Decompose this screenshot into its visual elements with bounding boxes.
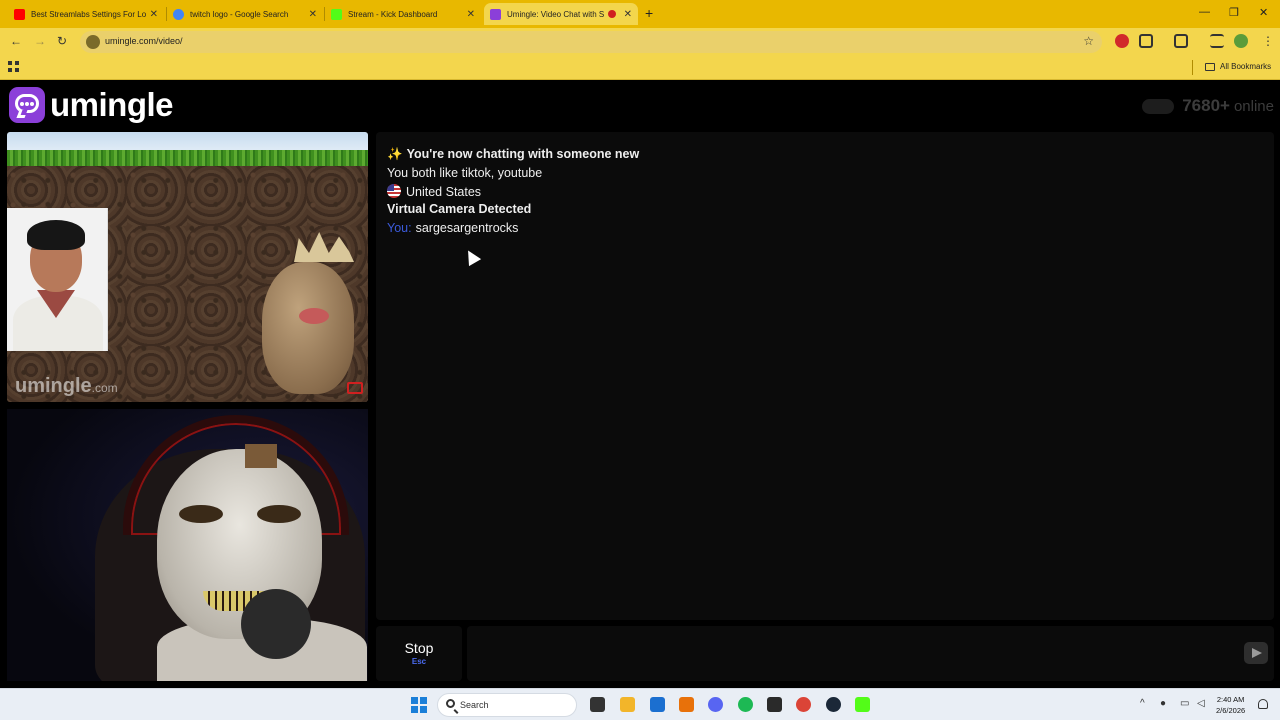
chat-log: ✨ You're now chatting with someone new Yo… [376, 132, 1274, 620]
taskbar-search-label: Search [460, 700, 489, 710]
stranger-video: umingle.com [7, 132, 368, 402]
tab-title: twitch logo - Google Search [190, 9, 289, 19]
overlay-photo [7, 208, 108, 351]
apps-grid-icon[interactable] [8, 61, 19, 72]
recording-icon [608, 10, 616, 18]
maximize-icon[interactable]: ❐ [1229, 6, 1239, 19]
video-watermark: umingle.com [15, 375, 118, 397]
tab-kick-dashboard[interactable]: Stream - Kick Dashboard ✕ [325, 3, 481, 25]
spotify-icon[interactable] [738, 697, 753, 712]
search-icon [446, 699, 455, 708]
theme-toggle[interactable] [1142, 98, 1175, 114]
task-view-icon[interactable] [590, 697, 605, 712]
report-flag-icon[interactable] [347, 382, 363, 394]
send-icon[interactable] [1244, 642, 1268, 664]
kick-icon [331, 8, 342, 20]
tab-title: Best Streamlabs Settings For Lo [31, 9, 147, 19]
kick-app-icon[interactable] [855, 697, 870, 712]
windows-start-icon[interactable] [411, 697, 427, 713]
message-input[interactable] [467, 626, 1274, 681]
potato-character [262, 262, 354, 394]
forward-icon[interactable]: → [34, 34, 46, 48]
stop-shortcut: Esc [411, 657, 427, 666]
address-bar[interactable]: umingle.com/video/ ☆ [80, 31, 1102, 53]
close-tab-icon[interactable]: ✕ [467, 9, 475, 20]
site-logo[interactable]: umingle [9, 86, 174, 123]
video-grass [7, 150, 368, 166]
media-controls-icon[interactable] [1210, 34, 1224, 48]
steam-icon[interactable] [826, 697, 841, 712]
stop-button[interactable]: Stop Esc [376, 626, 462, 681]
self-camera-video [7, 409, 368, 681]
all-bookmarks-link[interactable]: All Bookmarks [1220, 62, 1271, 71]
microphone-icon[interactable]: ● [1160, 698, 1166, 709]
taskbar-clock[interactable]: 2:40 AM 2/6/2026 [1216, 694, 1245, 716]
close-tab-icon[interactable]: ✕ [150, 9, 158, 20]
youtube-icon [14, 8, 25, 20]
more-menu-icon[interactable]: ⋮ [1262, 34, 1274, 48]
tab-google-search[interactable]: twitch logo - Google Search ✕ [167, 3, 323, 25]
minimize-icon[interactable]: — [1199, 6, 1210, 18]
app-icon-orange[interactable] [679, 697, 694, 712]
tray-chevron-icon[interactable]: ^ [1140, 698, 1145, 709]
folder-icon [1205, 63, 1215, 71]
opera-icon[interactable] [1115, 34, 1129, 48]
chat-system-intro: ✨ You're now chatting with someone new [387, 147, 640, 161]
umingle-page: umingle 7680+ online umingle.com ✨ You'r… [0, 80, 1280, 688]
bookmarks-divider [1192, 60, 1193, 75]
tab-title: Stream - Kick Dashboard [348, 9, 438, 19]
message-text: sargesargentrocks [415, 221, 519, 235]
you-label: You: [387, 221, 412, 235]
clock-time: 2:40 AM [1216, 695, 1245, 704]
bookmark-star-icon[interactable]: ☆ [1083, 34, 1094, 48]
taskbar-search[interactable]: Search [437, 693, 577, 717]
close-window-icon[interactable]: ✕ [1259, 6, 1268, 19]
bookmarks-bar: All Bookmarks [0, 56, 1280, 80]
us-flag-icon [387, 184, 401, 198]
online-count: 7680+ [1182, 96, 1230, 115]
extensions-icon[interactable] [1139, 34, 1153, 48]
site-info-icon[interactable] [86, 35, 100, 49]
volume-icon[interactable]: ◁ [1197, 698, 1205, 709]
mask-eye-left [179, 505, 223, 523]
sparkle-icon: ✨ [387, 147, 403, 161]
chat-message-you: You: sargesargentrocks [387, 221, 518, 235]
tab-umingle[interactable]: Umingle: Video Chat with S ✕ [484, 3, 638, 25]
cast-icon[interactable] [1174, 34, 1188, 48]
discord-icon[interactable] [708, 697, 723, 712]
chat-country: United States [387, 184, 481, 199]
clock-date: 2/6/2026 [1216, 706, 1246, 715]
network-icon[interactable]: ▭ [1180, 698, 1189, 709]
tab-streamlabs[interactable]: Best Streamlabs Settings For Lo ✕ [8, 3, 164, 25]
tab-title: Umingle: Video Chat with S [507, 9, 605, 19]
browser-toolbar: ← → ↻ umingle.com/video/ ☆ ⋮ [0, 28, 1280, 56]
new-tab-icon[interactable]: + [645, 5, 653, 21]
file-explorer-icon[interactable] [620, 697, 635, 712]
chat-camera-notice: Virtual Camera Detected [387, 202, 532, 216]
windows-taskbar: Search ^ ● ▭ ◁ 2:40 AM 2/6/2026 [0, 688, 1280, 720]
notification-bell-icon[interactable] [1258, 699, 1268, 709]
chrome-icon[interactable] [796, 697, 811, 712]
potato-mouth [299, 308, 329, 324]
online-indicator: 7680+ online [1142, 96, 1274, 116]
online-label: online [1233, 97, 1274, 115]
stop-label: Stop [404, 640, 434, 656]
url-text: umingle.com/video/ [105, 36, 183, 46]
chat-common-interests: You both like tiktok, youtube [387, 166, 543, 180]
close-tab-icon[interactable]: ✕ [309, 9, 317, 20]
store-icon[interactable] [650, 697, 665, 712]
microphone [241, 589, 311, 659]
umingle-icon [490, 8, 501, 20]
browser-tab-strip: Best Streamlabs Settings For Lo ✕ twitch… [0, 0, 1280, 28]
close-tab-icon[interactable]: ✕ [624, 9, 632, 20]
logo-wordmark: umingle [50, 86, 174, 123]
headband [245, 444, 277, 468]
reload-icon[interactable]: ↻ [57, 34, 67, 48]
chat-bubble-icon [9, 87, 45, 123]
profile-avatar[interactable] [1234, 34, 1248, 48]
mask-eye-right [257, 505, 301, 523]
back-icon[interactable]: ← [10, 34, 22, 48]
google-icon [173, 8, 184, 20]
app-icon-dark[interactable] [767, 697, 782, 712]
